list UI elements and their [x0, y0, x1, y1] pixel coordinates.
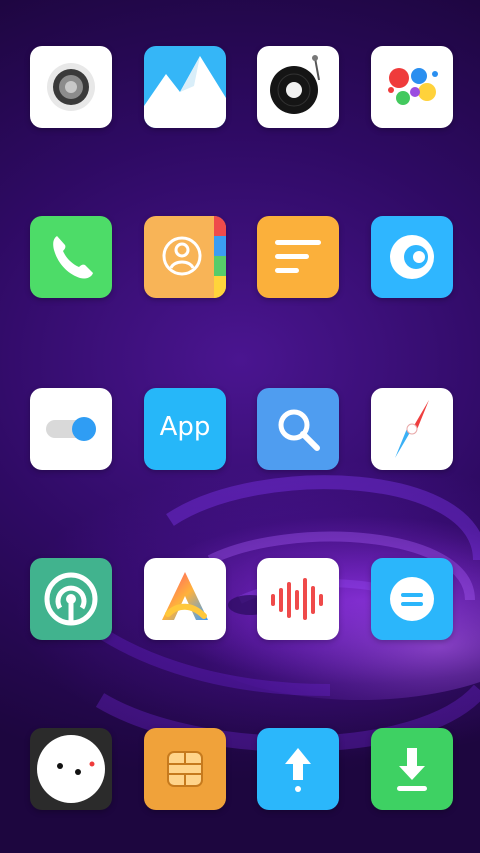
compass-app-icon[interactable]	[371, 388, 453, 470]
phone-app-icon[interactable]	[30, 216, 112, 298]
contacts-app-icon[interactable]	[144, 216, 226, 298]
menu-app-icon[interactable]	[371, 558, 453, 640]
search-app-icon[interactable]	[257, 388, 339, 470]
gallery-app-icon[interactable]	[144, 46, 226, 128]
app-grid: App	[0, 0, 480, 853]
settings-toggle-app-icon[interactable]	[30, 388, 112, 470]
speaker-app-icon[interactable]	[30, 46, 112, 128]
app-store-label: App	[159, 412, 211, 442]
download-app-icon[interactable]	[371, 728, 453, 810]
notes-app-icon[interactable]	[257, 216, 339, 298]
hotspot-app-icon[interactable]	[30, 558, 112, 640]
sim-card-app-icon[interactable]	[144, 728, 226, 810]
face-app-icon[interactable]	[30, 728, 112, 810]
app-store-app-icon[interactable]: App	[144, 388, 226, 470]
upload-app-icon[interactable]	[257, 728, 339, 810]
gradient-a-app-icon[interactable]	[144, 558, 226, 640]
music-app-icon[interactable]	[257, 46, 339, 128]
browser-app-icon[interactable]	[371, 216, 453, 298]
theme-paint-app-icon[interactable]	[371, 46, 453, 128]
voice-recorder-app-icon[interactable]	[257, 558, 339, 640]
